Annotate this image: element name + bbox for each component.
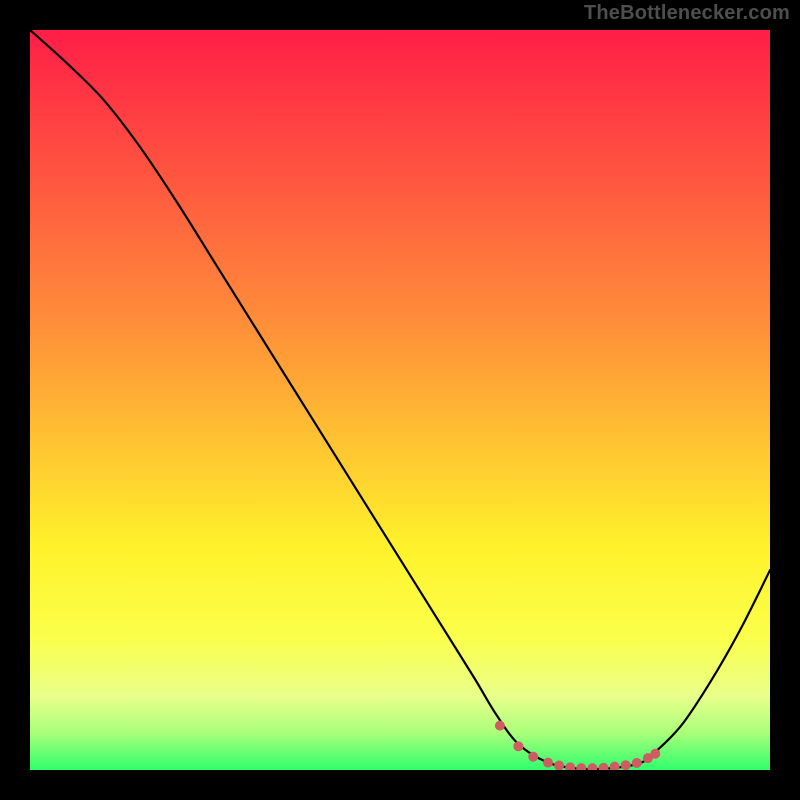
chart-frame: TheBottlenecker.com	[0, 0, 800, 800]
marker-dot	[528, 752, 538, 762]
attribution-text: TheBottlenecker.com	[584, 2, 790, 25]
marker-dot	[621, 760, 631, 770]
gradient-background	[30, 30, 770, 770]
marker-dot	[543, 758, 553, 768]
bottleneck-chart	[30, 30, 770, 770]
marker-dot	[513, 741, 523, 751]
marker-dot	[495, 721, 505, 731]
marker-dot	[632, 758, 642, 768]
plot-area	[30, 30, 770, 770]
marker-dot	[650, 749, 660, 759]
